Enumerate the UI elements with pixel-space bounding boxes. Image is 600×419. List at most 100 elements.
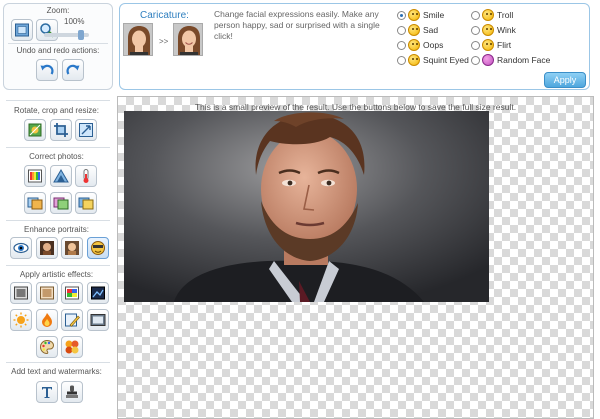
effect-puzzle-button[interactable] (61, 336, 83, 358)
add-watermark-button[interactable] (61, 381, 83, 403)
saturation-button[interactable] (75, 192, 97, 214)
sun-icon (13, 312, 29, 328)
option-label: Oops (423, 40, 444, 50)
text-watermark-title: Add text and watermarks: (11, 367, 102, 376)
oops-face-icon (408, 39, 420, 51)
effect-flame-button[interactable] (36, 309, 58, 331)
rainbow-icon (28, 169, 42, 183)
resize-button[interactable] (75, 119, 97, 141)
troll-face-icon (482, 9, 494, 21)
radio-oops[interactable] (397, 40, 406, 50)
levels-icon (53, 169, 69, 183)
after-thumbnail (173, 23, 203, 56)
fit-screen-icon (15, 23, 29, 37)
vignette-icon (91, 286, 105, 300)
effect-sunlight-button[interactable] (10, 309, 32, 331)
eye-icon (13, 242, 29, 254)
option-label: Sad (423, 25, 439, 35)
skin-smooth-button[interactable] (36, 237, 58, 259)
teeth-whiten-button[interactable] (61, 237, 83, 259)
zoom-slider-thumb[interactable] (78, 30, 84, 40)
effect-sepia-button[interactable] (36, 282, 58, 304)
color-grid-icon (65, 286, 79, 300)
photo-stack-icon (27, 197, 43, 210)
resize-icon (79, 123, 93, 137)
photo-stack-icon (53, 197, 69, 210)
zoom-divider (8, 43, 108, 44)
effect-grayscale-button[interactable] (10, 282, 32, 304)
option-flirt[interactable]: Flirt (471, 38, 511, 52)
radio-smile[interactable] (397, 10, 406, 20)
apply-button[interactable]: Apply (544, 72, 586, 88)
redo-icon (66, 64, 80, 75)
preview-photo (124, 111, 489, 302)
effect-frame-button[interactable] (87, 309, 109, 331)
fit-to-screen-button[interactable] (11, 19, 33, 41)
palette-icon (40, 339, 55, 355)
zoom-value: 100% (64, 17, 85, 26)
portrait-photo-image (124, 111, 489, 302)
temperature-button[interactable] (75, 165, 97, 187)
undo-title: Undo and redo actions: (16, 46, 100, 55)
caricature-button[interactable] (87, 237, 109, 259)
portrait-before-image (124, 24, 152, 55)
rotate-button[interactable] (24, 119, 46, 141)
option-random-face[interactable]: Random Face (471, 53, 550, 67)
effect-pencil-button[interactable] (61, 309, 83, 331)
color-correct-button[interactable] (24, 165, 46, 187)
effect-vignette-button[interactable] (87, 282, 109, 304)
preview-note: This is a small preview of the result. U… (194, 102, 517, 112)
rotate-icon (28, 123, 42, 137)
option-squint-eyed[interactable]: Squint Eyed (397, 53, 469, 67)
caricature-title: Caricature: (140, 10, 189, 21)
option-label: Random Face (497, 55, 551, 65)
portrait-icon (65, 241, 79, 255)
zoom-in-button[interactable] (36, 19, 58, 41)
enhance-portraits-title: Enhance portraits: (24, 225, 89, 234)
effect-colors-button[interactable] (61, 282, 83, 304)
option-troll[interactable]: Troll (471, 8, 513, 22)
sad-face-icon (408, 24, 420, 36)
zoom-panel: Zoom: 100% Undo and redo actions: (3, 3, 113, 90)
radio-flirt[interactable] (471, 40, 480, 50)
undo-icon (40, 64, 54, 75)
smile-face-icon (408, 9, 420, 21)
section-divider (6, 147, 110, 148)
artistic-effects-title: Apply artistic effects: (19, 270, 94, 279)
radio-troll[interactable] (471, 10, 480, 20)
option-smile[interactable]: Smile (397, 8, 444, 22)
option-label: Wink (497, 25, 516, 35)
option-label: Flirt (497, 40, 512, 50)
radio-sad[interactable] (397, 25, 406, 35)
option-wink[interactable]: Wink (471, 23, 516, 37)
flirt-face-icon (482, 39, 494, 51)
crop-button[interactable] (50, 119, 72, 141)
contrast-button[interactable] (50, 192, 72, 214)
zoom-title: Zoom: (46, 6, 70, 15)
grayscale-icon (14, 286, 28, 300)
red-eye-button[interactable] (10, 237, 32, 259)
correct-photos-title: Correct photos: (29, 152, 84, 161)
question-face-icon (482, 54, 494, 66)
option-oops[interactable]: Oops (397, 38, 443, 52)
puzzle-icon (65, 340, 79, 354)
undo-button[interactable] (36, 59, 58, 81)
radio-squint-eyed[interactable] (397, 55, 406, 65)
pencil-icon (65, 313, 80, 327)
portrait-icon (40, 241, 54, 255)
text-icon (42, 387, 52, 398)
caricature-description: Change facial expressions easily. Make a… (214, 9, 380, 41)
radio-wink[interactable] (471, 25, 480, 35)
add-text-button[interactable] (36, 381, 58, 403)
levels-button[interactable] (50, 165, 72, 187)
redo-button[interactable] (62, 59, 84, 81)
option-sad[interactable]: Sad (397, 23, 438, 37)
stamp-icon (66, 385, 78, 398)
sepia-icon (40, 286, 54, 300)
brightness-button[interactable] (24, 192, 46, 214)
section-divider (6, 265, 110, 266)
effect-palette-button[interactable] (36, 336, 58, 358)
radio-random-face[interactable] (471, 55, 480, 65)
rotate-crop-title: Rotate, crop and resize: (14, 106, 99, 115)
caricature-panel: Caricature: >> Change facial expressions… (119, 3, 590, 90)
